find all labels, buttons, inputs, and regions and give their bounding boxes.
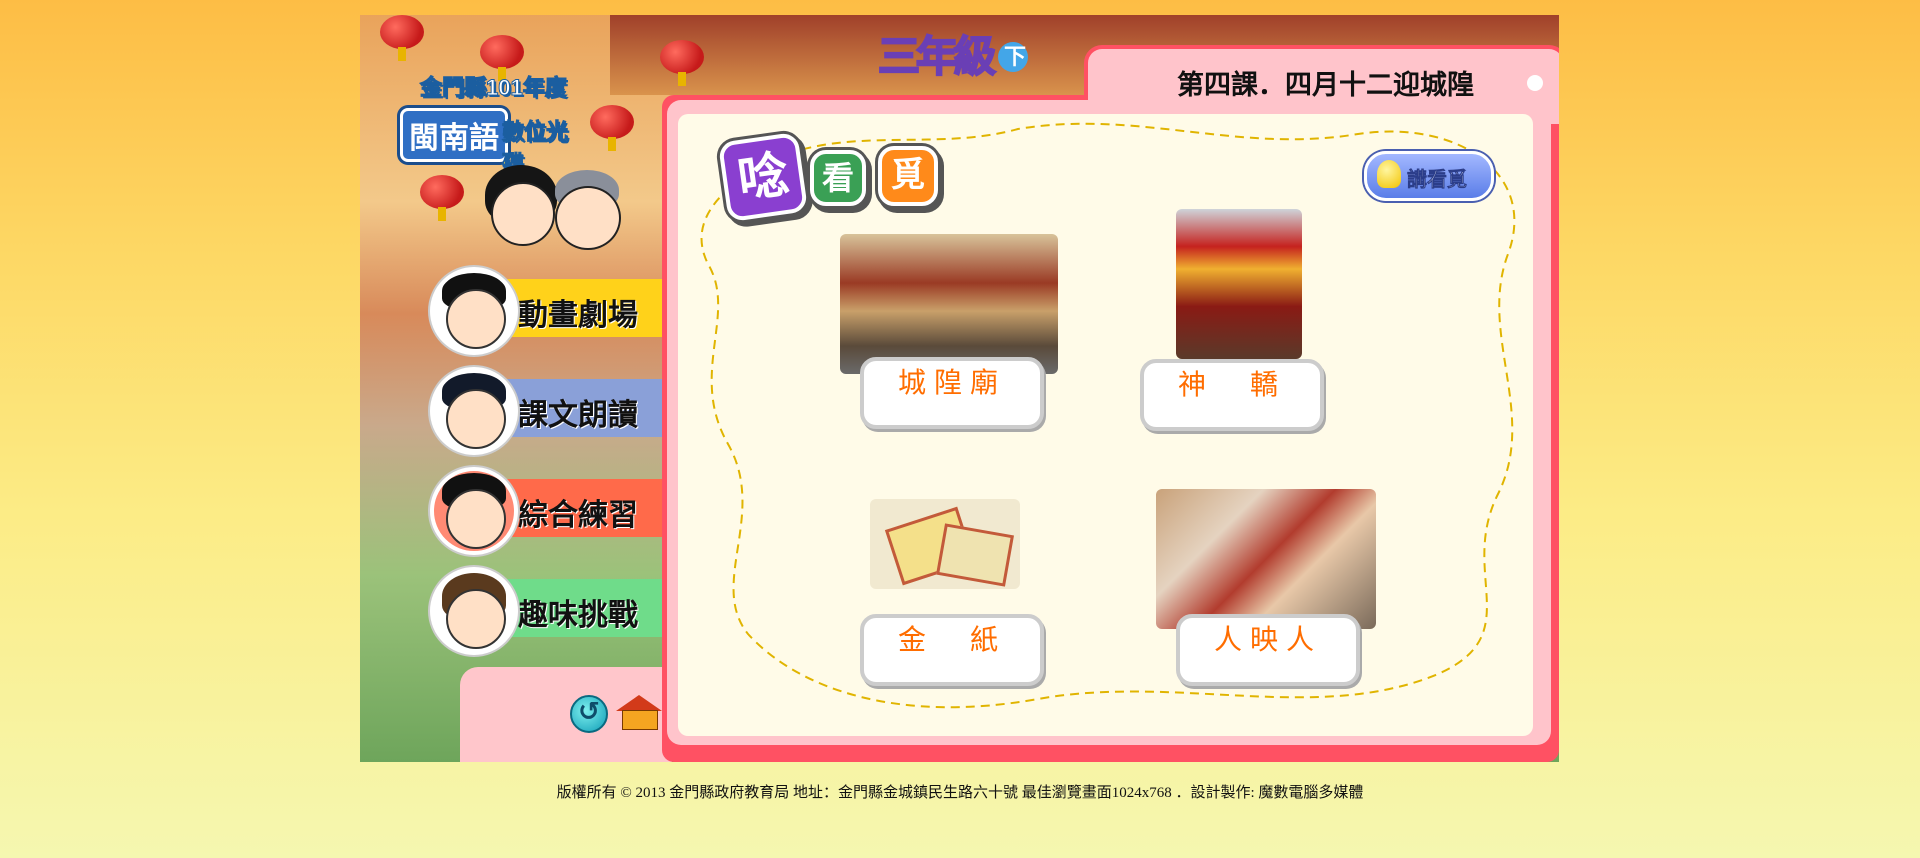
section-heading: 唸 看 覓 <box>717 131 958 223</box>
app-logo: 金門縣101年度 閩南語 數位光碟 <box>400 70 580 177</box>
speak-button[interactable]: 講看覓 <box>1364 151 1494 201</box>
lesson-title: 第四課．四月十二迎城隍 <box>1177 70 1474 100</box>
mascot-characters <box>485 160 625 270</box>
speak-button-label: 講看覓 <box>1407 169 1468 192</box>
lantern-icon <box>380 15 424 61</box>
lantern-icon <box>480 35 524 81</box>
logo-line1: 金門縣101年度 <box>420 75 568 101</box>
app-frame: 金門縣101年度 閩南語 數位光碟 三年級下 動畫劇場 課文朗讀 綜合練習 趣味… <box>360 15 1559 762</box>
menu-fun-challenge[interactable]: 趣味挑戰 <box>430 567 662 655</box>
heading-char: 唸 <box>717 131 809 223</box>
home-icon[interactable] <box>616 695 662 730</box>
boy-avatar-icon <box>430 367 518 455</box>
joss-paper-illustration <box>870 499 1020 589</box>
lesson-panel: 第四課．四月十二迎城隍 唸 看 覓 講看覓 城隍廟 神 轎 金 紙 人映人 <box>662 30 1559 762</box>
heading-char: 覓 <box>878 146 938 206</box>
menu-animation-theater[interactable]: 動畫劇場 <box>430 267 662 355</box>
menu-text-reading[interactable]: 課文朗讀 <box>430 367 662 455</box>
lightbulb-icon <box>1377 160 1401 188</box>
logo-line2: 閩南語 <box>400 108 508 162</box>
girl-avatar-icon <box>430 267 518 355</box>
lantern-icon <box>590 105 634 151</box>
menu-label: 趣味挑戰 <box>518 599 638 632</box>
heading-char: 看 <box>810 150 866 206</box>
vocab-label-button[interactable]: 金 紙 <box>860 614 1044 686</box>
copyright-footer: 版權所有 © 2013 金門縣政府教育局 地址：金門縣金城鎮民生路六十號 最佳瀏… <box>556 785 1364 801</box>
refresh-icon[interactable] <box>570 695 608 733</box>
menu-label: 綜合練習 <box>518 499 638 532</box>
vocab-label-button[interactable]: 人映人 <box>1176 614 1360 686</box>
lantern-icon <box>420 175 464 221</box>
tab-dot <box>1527 75 1543 91</box>
woman-avatar-icon <box>430 567 518 655</box>
menu-label: 動畫劇場 <box>518 299 638 332</box>
vocab-label-button[interactable]: 城隍廟 <box>860 357 1044 429</box>
crowd-illustration <box>1156 489 1376 629</box>
temple-photo <box>840 234 1058 374</box>
menu-label: 課文朗讀 <box>518 399 638 432</box>
vocab-label-button[interactable]: 神 轎 <box>1140 359 1324 431</box>
sedan-chair-photo <box>1176 209 1302 359</box>
man-avatar-icon <box>430 467 518 555</box>
content-area: 唸 看 覓 講看覓 城隍廟 神 轎 金 紙 人映人 <box>678 114 1533 736</box>
menu-practice[interactable]: 綜合練習 <box>430 467 662 555</box>
